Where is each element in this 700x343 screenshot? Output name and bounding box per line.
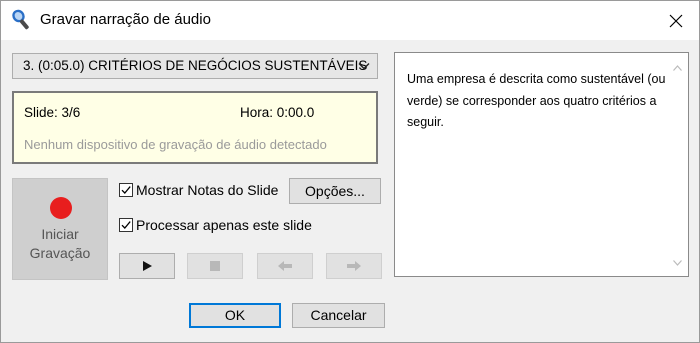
slide-dropdown[interactable]: 3. (0:05.0) CRITÉRIOS DE NEGÓCIOS SUSTEN… bbox=[12, 53, 378, 79]
scroll-down-icon[interactable] bbox=[673, 260, 682, 266]
next-button[interactable] bbox=[326, 253, 382, 279]
checkmark-icon bbox=[121, 186, 131, 194]
stop-button[interactable] bbox=[187, 253, 243, 279]
slide-counter: Slide: 3/6 bbox=[24, 105, 81, 120]
record-icon bbox=[50, 197, 72, 219]
process-only-option[interactable]: Processar apenas este slide bbox=[119, 217, 312, 233]
checkmark-icon bbox=[121, 221, 131, 229]
chevron-down-icon bbox=[358, 63, 370, 70]
play-icon bbox=[143, 261, 152, 271]
scroll-up-icon[interactable] bbox=[673, 65, 682, 71]
start-recording-label-line1: Iniciar bbox=[41, 226, 79, 242]
process-only-checkbox[interactable] bbox=[119, 218, 133, 232]
slide-notes-text: Uma empresa é descrita como sustentável … bbox=[407, 72, 666, 129]
close-button[interactable] bbox=[653, 1, 699, 40]
slide-notes-panel[interactable]: Uma empresa é descrita como sustentável … bbox=[394, 52, 689, 277]
show-notes-checkbox[interactable] bbox=[119, 183, 133, 197]
start-recording-label: Iniciar Gravação bbox=[13, 225, 107, 263]
slide-dropdown-value: 3. (0:05.0) CRITÉRIOS DE NEGÓCIOS SUSTEN… bbox=[23, 58, 368, 73]
show-notes-option[interactable]: Mostrar Notas do Slide bbox=[119, 182, 278, 198]
show-notes-label: Mostrar Notas do Slide bbox=[136, 182, 279, 198]
stop-icon bbox=[210, 261, 220, 271]
options-button[interactable]: Opções... bbox=[289, 178, 381, 204]
process-only-label: Processar apenas este slide bbox=[136, 217, 312, 233]
window-title: Gravar narração de áudio bbox=[40, 11, 211, 28]
close-icon bbox=[669, 14, 683, 27]
ok-button[interactable]: OK bbox=[189, 303, 281, 328]
previous-icon bbox=[278, 261, 292, 271]
start-recording-label-line2: Gravação bbox=[29, 245, 91, 261]
previous-button[interactable] bbox=[257, 253, 313, 279]
next-icon bbox=[347, 261, 361, 271]
start-recording-button[interactable]: Iniciar Gravação bbox=[12, 178, 108, 280]
time-readout: Hora: 0:00.0 bbox=[240, 105, 315, 120]
device-status: Nenhum dispositivo de gravação de áudio … bbox=[24, 137, 327, 152]
title-bar: Gravar narração de áudio bbox=[1, 1, 699, 40]
recording-info-panel: Slide: 3/6 Hora: 0:00.0 Nenhum dispositi… bbox=[12, 91, 378, 164]
play-button[interactable] bbox=[119, 253, 175, 279]
microphone-icon bbox=[10, 8, 34, 32]
record-narration-dialog: Gravar narração de áudio 3. (0:05.0) CRI… bbox=[0, 0, 700, 343]
cancel-button[interactable]: Cancelar bbox=[292, 303, 385, 328]
